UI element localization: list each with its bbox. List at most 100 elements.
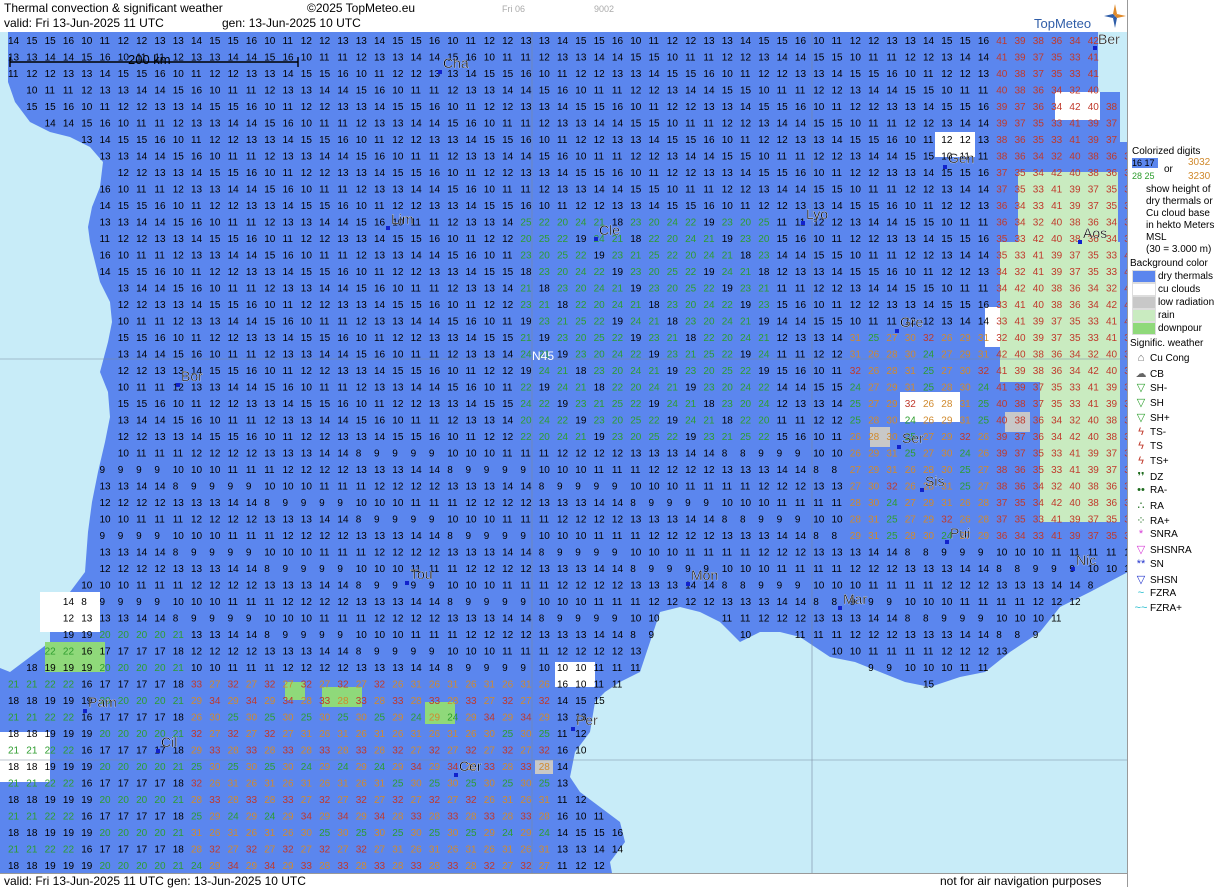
thermal-height-digit: 31 bbox=[374, 779, 386, 790]
thermal-height-digit: 15 bbox=[758, 36, 770, 47]
thermal-height-digit: 19 bbox=[45, 729, 57, 740]
thermal-height-digit: 22 bbox=[63, 812, 75, 823]
thermal-height-digit: 13 bbox=[575, 845, 587, 856]
thermal-height-digit: 11 bbox=[685, 548, 696, 559]
thermal-height-digit: 24 bbox=[740, 383, 752, 394]
thermal-height-digit: 13 bbox=[429, 333, 441, 344]
thermal-height-digit: 12 bbox=[832, 284, 844, 295]
thermal-height-digit: 9 bbox=[520, 531, 526, 542]
thermal-height-digit: 12 bbox=[502, 234, 514, 245]
thermal-height-digit: 17 bbox=[118, 779, 130, 790]
thermal-height-digit: 10 bbox=[301, 614, 313, 625]
thermal-height-digit: 25 bbox=[502, 779, 514, 790]
thermal-height-digit: 30 bbox=[941, 449, 953, 460]
thermal-height-digit: 37 bbox=[1033, 383, 1045, 394]
thermal-height-digit: 15 bbox=[173, 86, 185, 97]
thermal-height-digit: 38 bbox=[1015, 86, 1027, 97]
thermal-height-digit: 15 bbox=[228, 366, 240, 377]
thermal-height-digit: 9 bbox=[319, 564, 325, 575]
thermal-height-digit: 10 bbox=[209, 597, 221, 608]
thermal-height-digit: 38 bbox=[1051, 300, 1063, 311]
thermal-height-digit: 30 bbox=[868, 498, 880, 509]
thermal-height-digit: 10 bbox=[557, 531, 569, 542]
thermal-height-digit: 11 bbox=[246, 465, 257, 476]
thermal-height-digit: 11 bbox=[594, 812, 605, 823]
thermal-height-digit: 25 bbox=[740, 432, 752, 443]
thermal-height-digit: 11 bbox=[777, 416, 788, 427]
thermal-height-digit: 35 bbox=[1088, 251, 1100, 262]
thermal-height-digit: 8 bbox=[832, 465, 838, 476]
thermal-height-digit: 8 bbox=[832, 531, 838, 542]
thermal-height-digit: 14 bbox=[777, 317, 789, 328]
generation-time: gen: 13-Jun-2025 10 UTC bbox=[222, 16, 361, 30]
thermal-height-digit: 22 bbox=[45, 812, 57, 823]
thermal-height-digit: 19 bbox=[45, 663, 57, 674]
thermal-height-digit: 8 bbox=[923, 614, 929, 625]
legend-wx-label: SHSNRA bbox=[1150, 545, 1192, 556]
thermal-height-digit: 10 bbox=[392, 630, 404, 641]
thermal-height-digit: 13 bbox=[264, 267, 276, 278]
thermal-height-digit: 12 bbox=[228, 581, 240, 592]
thermal-height-digit: 10 bbox=[905, 597, 917, 608]
thermal-height-digit: 10 bbox=[392, 284, 404, 295]
thermal-height-digit: 19 bbox=[63, 663, 75, 674]
thermal-height-digit: 10 bbox=[758, 152, 770, 163]
legend-swatch bbox=[1132, 296, 1156, 309]
thermal-height-digit: 8 bbox=[264, 564, 270, 575]
thermal-height-digit: 11 bbox=[520, 53, 531, 64]
thermal-height-digit: 34 bbox=[1015, 531, 1027, 542]
thermal-height-digit: 13 bbox=[539, 36, 551, 47]
thermal-height-digit: 23 bbox=[630, 267, 642, 278]
thermal-height-digit: 29 bbox=[209, 812, 221, 823]
thermal-height-digit: 19 bbox=[45, 861, 57, 872]
thermal-height-digit: 15 bbox=[594, 828, 606, 839]
thermal-height-digit: 35 bbox=[1033, 465, 1045, 476]
thermal-height-digit: 21 bbox=[26, 812, 38, 823]
thermal-height-digit: 14 bbox=[740, 102, 752, 113]
thermal-height-digit: 11 bbox=[411, 498, 422, 509]
thermal-height-digit: 12 bbox=[594, 201, 606, 212]
thermal-height-digit: 12 bbox=[173, 317, 185, 328]
thermal-height-digit: 20 bbox=[136, 828, 148, 839]
thermal-height-digit: 11 bbox=[429, 86, 440, 97]
thermal-height-digit: 8 bbox=[832, 597, 838, 608]
thermal-height-digit: 9 bbox=[466, 531, 472, 542]
thermal-height-digit: 16 bbox=[612, 168, 624, 179]
thermal-height-digit: 20 bbox=[118, 630, 130, 641]
thermal-height-digit: 13 bbox=[1033, 581, 1045, 592]
thermal-height-digit: 11 bbox=[594, 152, 605, 163]
thermal-height-digit: 42 bbox=[1106, 300, 1118, 311]
thermal-height-digit: 29 bbox=[466, 713, 478, 724]
thermal-height-digit: 8 bbox=[356, 449, 362, 460]
thermal-height-digit: 9 bbox=[301, 630, 307, 641]
thermal-height-digit: 14 bbox=[429, 53, 441, 64]
thermal-height-digit: 19 bbox=[649, 399, 661, 410]
thermal-height-digit: 25 bbox=[886, 531, 898, 542]
thermal-height-digit: 14 bbox=[100, 69, 112, 80]
thermal-height-digit: 17 bbox=[136, 713, 148, 724]
thermal-height-digit: 31 bbox=[886, 465, 898, 476]
thermal-height-digit: 16 bbox=[374, 86, 386, 97]
thermal-height-digit: 12 bbox=[813, 152, 825, 163]
legend-bg-label: rain bbox=[1158, 310, 1175, 321]
thermal-height-digit: 10 bbox=[209, 218, 221, 229]
thermal-height-digit: 32 bbox=[264, 729, 276, 740]
thermal-height-digit: 9 bbox=[154, 597, 160, 608]
thermal-height-digit: 24 bbox=[740, 333, 752, 344]
thermal-height-digit: 12 bbox=[594, 861, 606, 872]
thermal-height-digit: 13 bbox=[941, 564, 953, 575]
thermal-height-digit: 33 bbox=[447, 861, 459, 872]
thermal-height-digit: 19 bbox=[81, 762, 93, 773]
thermal-height-digit: 15 bbox=[575, 828, 587, 839]
thermal-height-digit: 15 bbox=[484, 135, 496, 146]
thermal-height-digit: 12 bbox=[905, 53, 917, 64]
thermal-height-digit: 29 bbox=[941, 416, 953, 427]
thermal-height-digit: 12 bbox=[575, 135, 587, 146]
thermal-height-digit: 10 bbox=[539, 663, 551, 674]
thermal-height-digit: 13 bbox=[283, 86, 295, 97]
thermal-height-digit: 11 bbox=[447, 630, 458, 641]
thermal-height-digit: 15 bbox=[777, 300, 789, 311]
thermal-height-digit: 14 bbox=[594, 630, 606, 641]
thermal-height-digit: 12 bbox=[484, 498, 496, 509]
thermal-height-digit: 26 bbox=[392, 680, 404, 691]
